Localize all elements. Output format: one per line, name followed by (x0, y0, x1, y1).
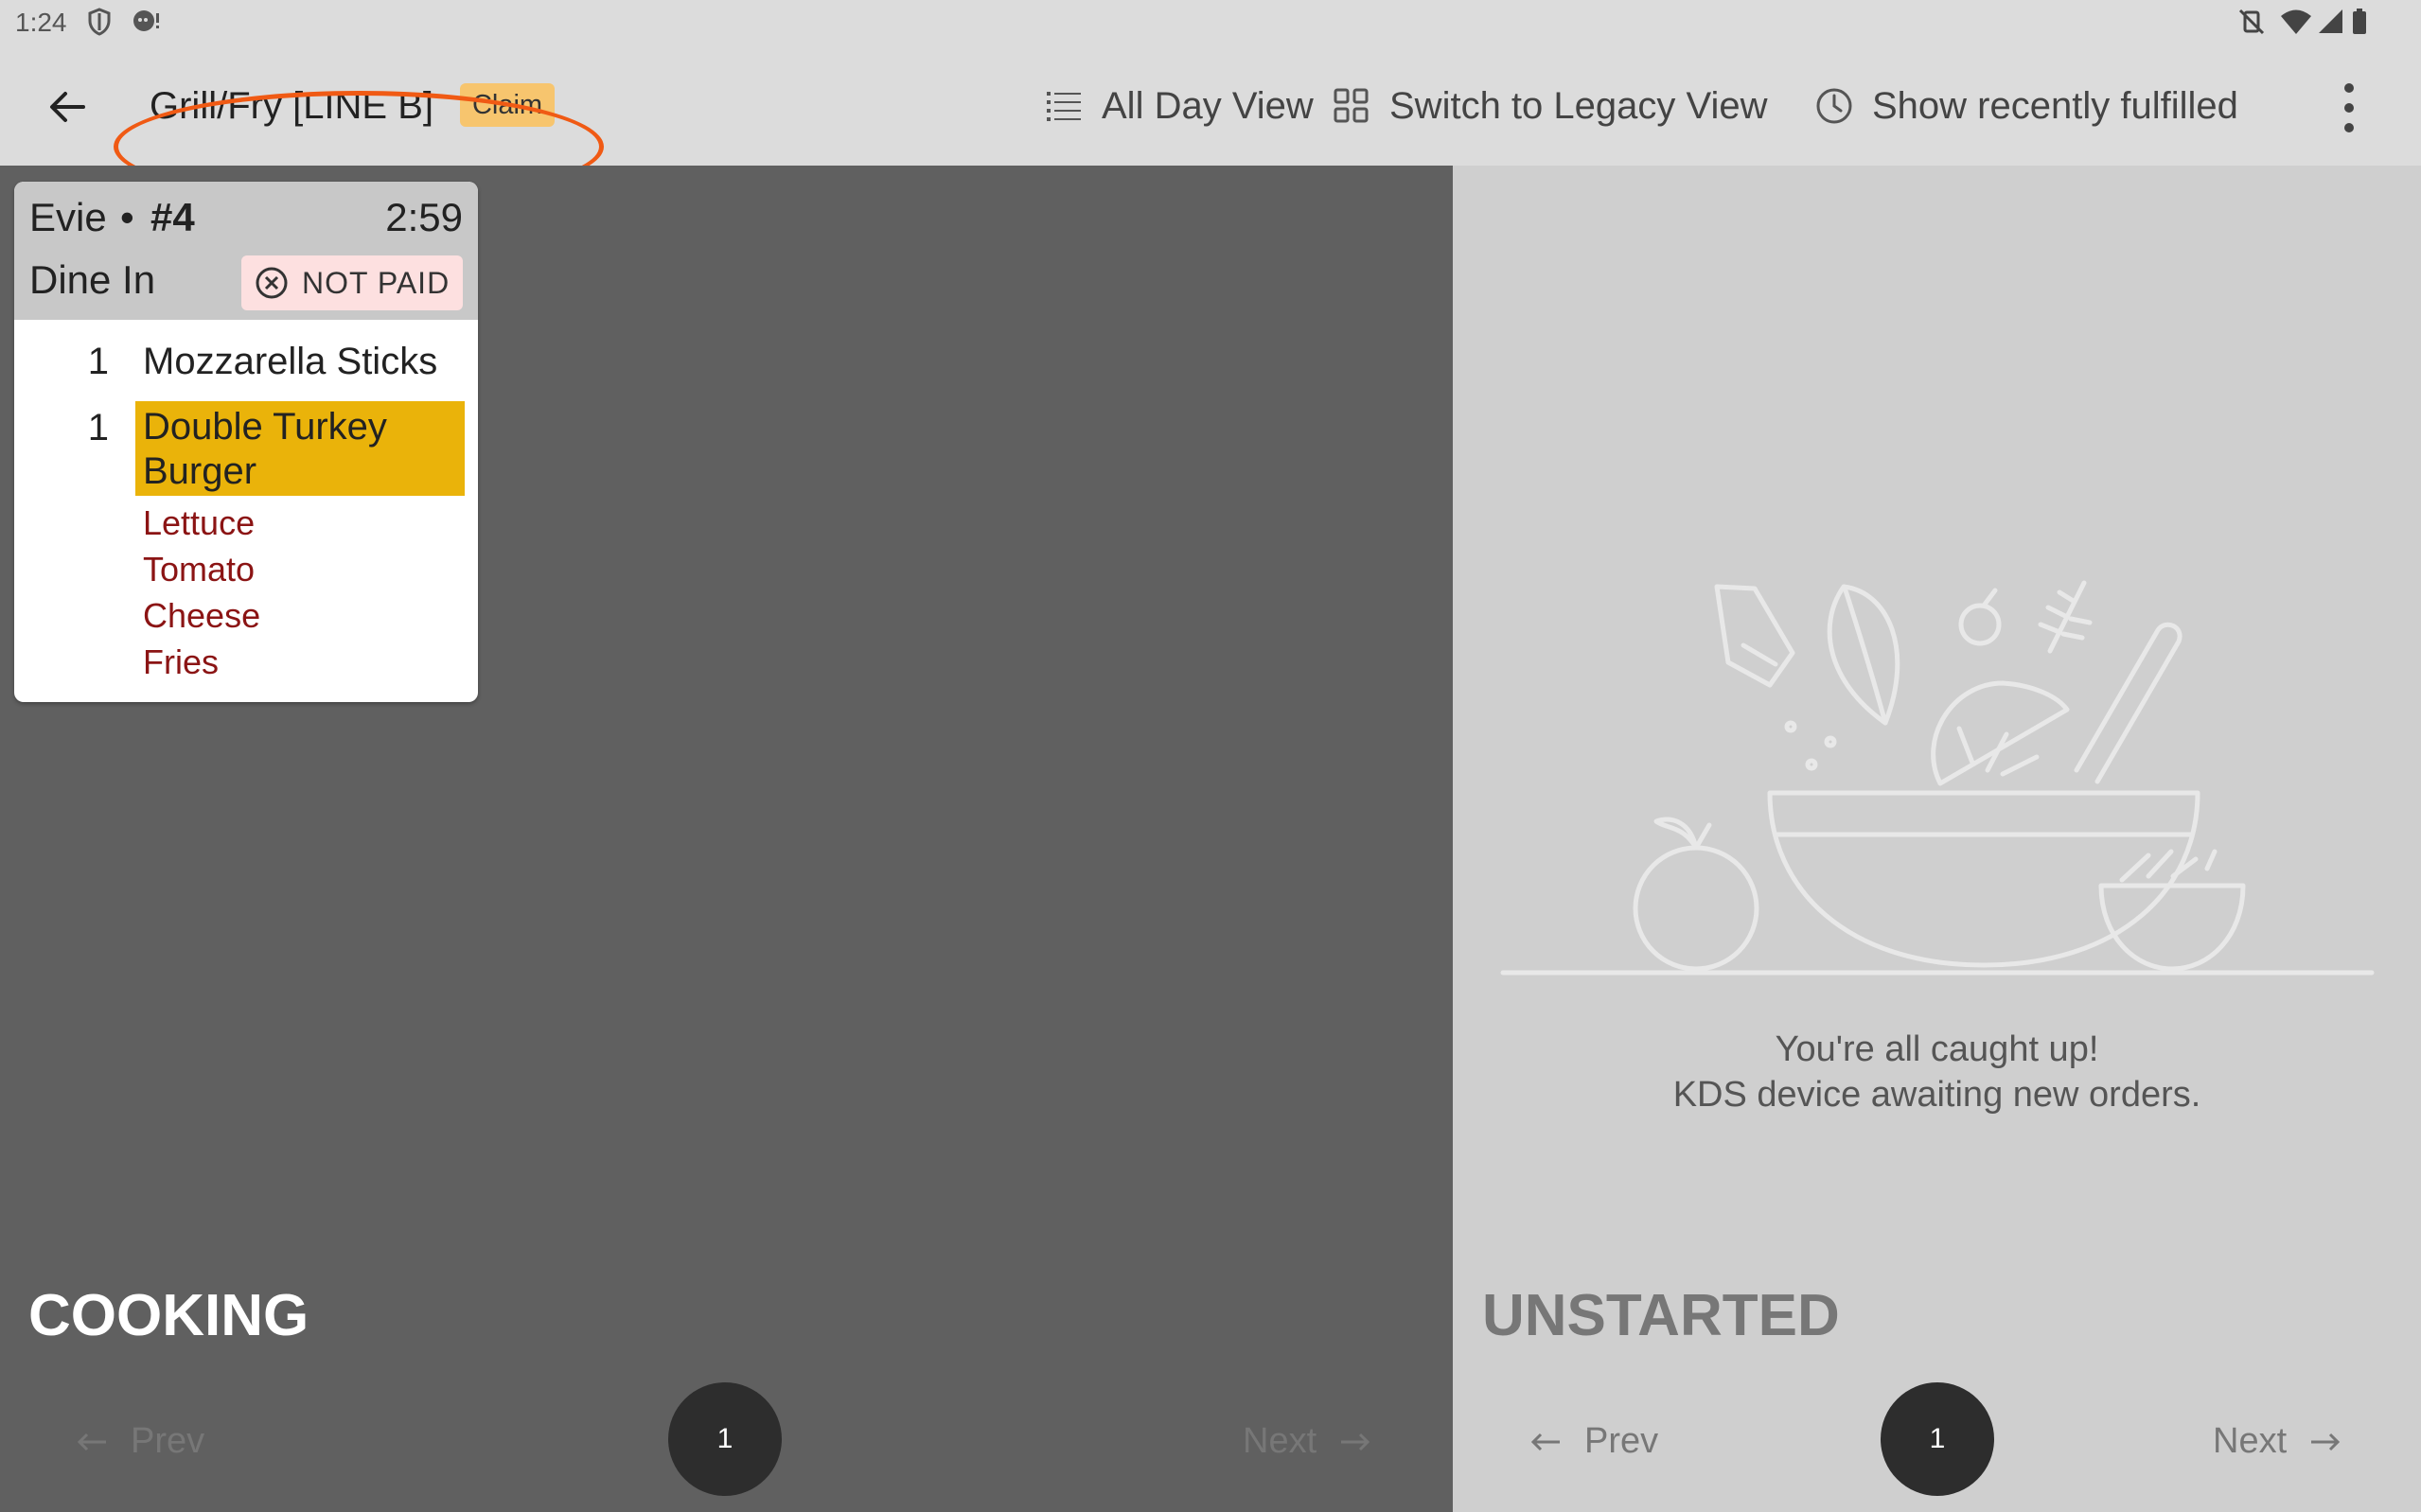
shield-icon (87, 8, 112, 41)
arrow-left-icon (1530, 1433, 1560, 1450)
cooking-page-indicator[interactable]: 1 (668, 1382, 782, 1496)
payment-status-badge: NOT PAID (241, 255, 463, 310)
prev-label: Prev (131, 1421, 205, 1461)
grid-icon (1334, 88, 1369, 123)
ticket-header: Evie • #4 2:59 Dine In NOT PAID (14, 182, 478, 320)
unstarted-prev-button[interactable]: Prev (1529, 1421, 1658, 1462)
wifi-icon (2279, 8, 2313, 41)
legacy-view-label: Switch to Legacy View (1389, 84, 1768, 127)
legacy-view-button[interactable]: Switch to Legacy View (1333, 81, 1767, 131)
order-ticket[interactable]: Evie • #4 2:59 Dine In NOT PAID 1 Mozzar… (14, 182, 478, 702)
item-quantity: 1 (87, 341, 109, 382)
food-bowl-illustration (1500, 580, 2375, 976)
cooking-title: COOKING (28, 1283, 309, 1348)
recently-fulfilled-label: Show recently fulfilled (1872, 84, 2238, 127)
next-label: Next (1243, 1421, 1317, 1461)
all-day-view-label: All Day View (1102, 84, 1314, 127)
battery-icon (2351, 8, 2368, 41)
recently-fulfilled-button[interactable]: Show recently fulfilled (1815, 81, 2238, 131)
order-timer: 2:59 (385, 195, 463, 239)
unstarted-page-indicator[interactable]: 1 (1881, 1382, 1994, 1496)
item-quantity: 1 (87, 407, 109, 448)
item-modifier: Fries (143, 642, 219, 681)
next-label: Next (2213, 1421, 2288, 1461)
more-options-button[interactable] (2330, 78, 2368, 138)
more-dot (2344, 123, 2354, 132)
item-modifier: Lettuce (143, 503, 256, 542)
unstarted-next-button[interactable]: Next (2213, 1421, 2341, 1462)
customer-name: Evie (29, 195, 107, 239)
station-title[interactable]: Grill/Fry [LINE B] (150, 85, 433, 128)
cooking-next-button[interactable]: Next (1243, 1421, 1371, 1462)
cooking-prev-button[interactable]: Prev (76, 1421, 204, 1462)
arrow-left-icon (77, 1433, 106, 1450)
order-number: #4 (150, 195, 195, 239)
item-modifier: Cheese (143, 596, 261, 635)
payment-status-label: NOT PAID (302, 265, 451, 300)
mute-vibrate-icon (2237, 8, 2266, 41)
order-type: Dine In (29, 257, 156, 302)
back-button[interactable] (38, 81, 97, 132)
arrow-right-icon (1341, 1433, 1370, 1450)
empty-state-message: You're all caught up! KDS device awaitin… (1453, 1027, 2421, 1117)
x-circle-icon (256, 267, 288, 299)
empty-state-line2: KDS device awaiting new orders. (1672, 1075, 2201, 1115)
claim-button[interactable]: Claim (460, 83, 555, 127)
chat-bubble-icon (131, 8, 161, 41)
more-dot (2344, 103, 2354, 113)
status-bar: 1:24 (0, 0, 2421, 45)
item-modifier: Tomato (143, 550, 256, 589)
app-bar: Grill/Fry [LINE B] Claim All Day View Sw… (0, 45, 2421, 202)
all-day-view-button[interactable]: All Day View (1045, 81, 1314, 131)
cell-signal-icon (2317, 8, 2345, 41)
more-vertical-icon (2344, 83, 2354, 93)
separator-dot: • (120, 195, 134, 239)
empty-state-line1: You're all caught up! (1775, 1029, 2099, 1069)
arrow-left-icon (50, 92, 85, 122)
status-time: 1:24 (15, 8, 67, 37)
prev-label: Prev (1584, 1421, 1659, 1461)
unstarted-title: UNSTARTED (1482, 1283, 1840, 1348)
item-name[interactable]: Mozzarella Sticks (143, 341, 437, 383)
item-name[interactable]: Double Turkey Burger (143, 405, 455, 494)
clock-icon (1816, 88, 1852, 124)
list-icon (1047, 92, 1081, 121)
arrow-right-icon (2311, 1433, 2341, 1450)
